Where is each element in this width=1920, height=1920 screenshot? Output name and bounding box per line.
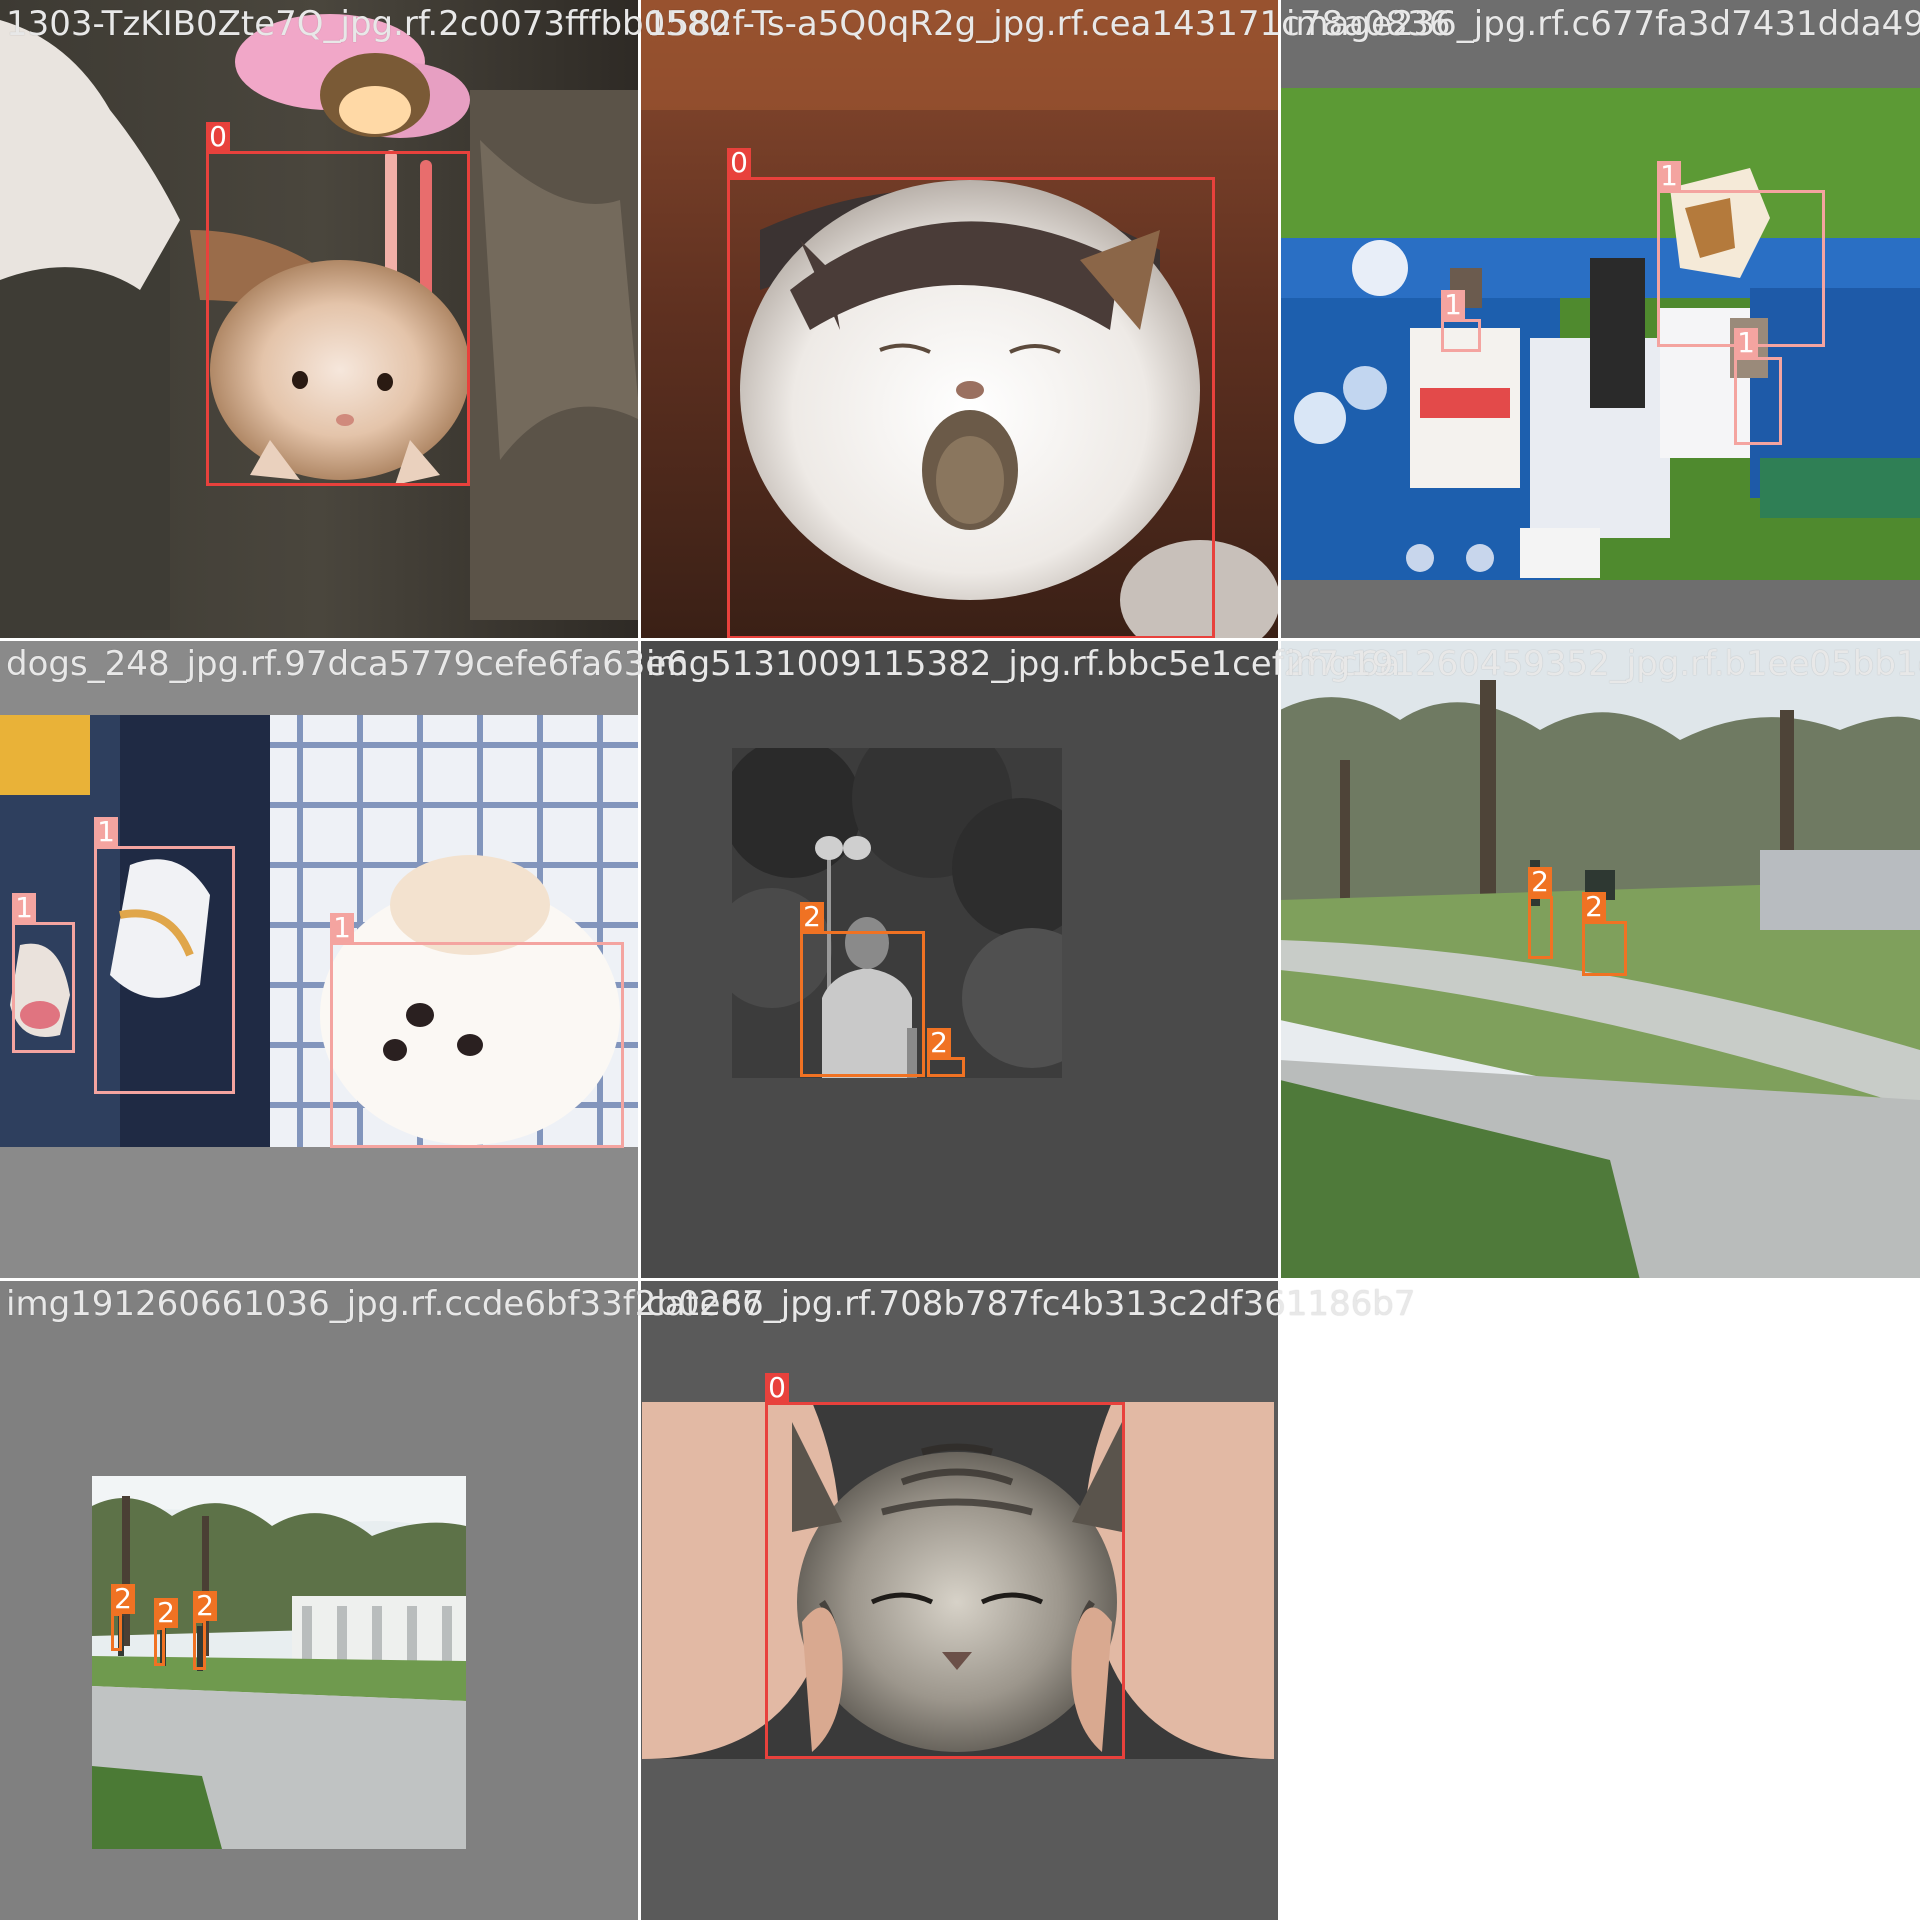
tile-6: 2 2 — [1280, 640, 1920, 1280]
bounding-box: 2 — [800, 902, 925, 1077]
tile-3: 1 1 1 — [1280, 0, 1920, 640]
bounding-box-label: 0 — [765, 1373, 789, 1403]
tile-2: 0 — [640, 0, 1280, 640]
bounding-box: 2 — [1582, 892, 1627, 976]
bounding-box-label: 1 — [1734, 328, 1758, 358]
bounding-box: 2 — [193, 1591, 217, 1670]
detection-batch-mosaic: 0 0 1 1 1 1 1 1 2 2 2 2 2 2 2 0 1303-TzK… — [0, 0, 1920, 1920]
bounding-box-label: 0 — [727, 148, 751, 178]
bounding-box-label: 2 — [193, 1591, 217, 1621]
bounding-box: 1 — [330, 913, 624, 1148]
bounding-box-label: 2 — [154, 1598, 178, 1628]
bounding-box: 1 — [1657, 161, 1825, 347]
tile-7-photo — [92, 1476, 466, 1849]
bounding-box: 0 — [765, 1373, 1125, 1759]
tile-4: 1 1 1 — [0, 640, 640, 1280]
bounding-box-label: 1 — [1657, 161, 1681, 191]
bounding-box-label: 1 — [12, 893, 36, 923]
small-park-path-scene — [92, 1476, 466, 1849]
bounding-box: 0 — [206, 122, 470, 486]
bounding-box-label: 1 — [330, 913, 354, 943]
tile-5: 2 2 — [640, 640, 1280, 1280]
bounding-box-label: 2 — [111, 1584, 135, 1614]
bounding-box: 0 — [727, 148, 1215, 639]
bounding-box-label: 1 — [1441, 290, 1465, 320]
grid-divider — [0, 1278, 1920, 1281]
bounding-box-label: 2 — [1528, 867, 1552, 897]
tile-1: 0 — [0, 0, 640, 640]
bounding-box-label: 1 — [94, 817, 118, 847]
bounding-box: 2 — [1528, 867, 1553, 959]
bounding-box-label: 0 — [206, 122, 230, 152]
bounding-box-label: 2 — [1582, 892, 1606, 922]
grid-divider — [1278, 0, 1281, 1920]
bounding-box: 2 — [111, 1584, 135, 1651]
grid-divider — [0, 638, 1920, 641]
bounding-box: 1 — [1734, 328, 1782, 445]
bounding-box: 1 — [1441, 290, 1481, 352]
bounding-box: 1 — [12, 893, 75, 1053]
empty-tile-slot — [1280, 1280, 1920, 1920]
bounding-box: 1 — [94, 817, 235, 1094]
bounding-box-label: 2 — [927, 1028, 951, 1058]
tile-7: 2 2 2 — [0, 1280, 640, 1920]
bounding-box-label: 2 — [800, 902, 824, 932]
tile-8: 0 — [640, 1280, 1280, 1920]
bounding-box: 2 — [154, 1598, 178, 1666]
grid-divider — [638, 0, 641, 1920]
bounding-box: 2 — [927, 1028, 965, 1077]
